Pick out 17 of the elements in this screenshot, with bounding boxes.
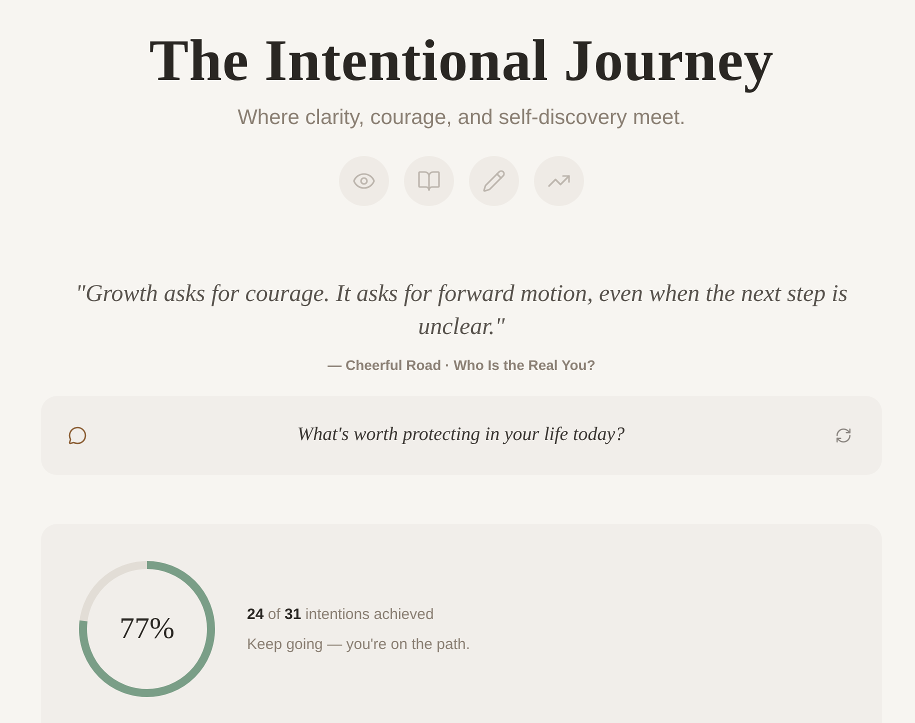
read-button[interactable] bbox=[404, 156, 454, 206]
progress-message: Keep going — you're on the path. bbox=[247, 635, 470, 655]
page-subtitle: Where clarity, courage, and self-discovery meet. bbox=[238, 105, 686, 131]
refresh-button[interactable] bbox=[835, 427, 852, 444]
quote-attribution: — Cheerful Road · Who Is the Real You? bbox=[328, 356, 596, 374]
quote-text: "Growth asks for courage. It asks for forward motion, even when the next step is unclear." bbox=[74, 280, 849, 342]
prompt-text: What's worth protecting in your life today? bbox=[296, 423, 626, 448]
page-title: The Intentional Journey bbox=[149, 27, 774, 93]
refresh-icon bbox=[835, 427, 852, 444]
progress-button[interactable] bbox=[534, 156, 584, 206]
progress-summary: 24 of 31 intentions achieved bbox=[247, 605, 435, 625]
book-icon bbox=[417, 169, 441, 193]
speech-bubble-icon bbox=[68, 426, 87, 445]
progress-percent: 77% bbox=[120, 612, 174, 646]
write-button[interactable] bbox=[469, 156, 519, 206]
pencil-icon bbox=[482, 169, 506, 193]
view-button[interactable] bbox=[339, 156, 389, 206]
